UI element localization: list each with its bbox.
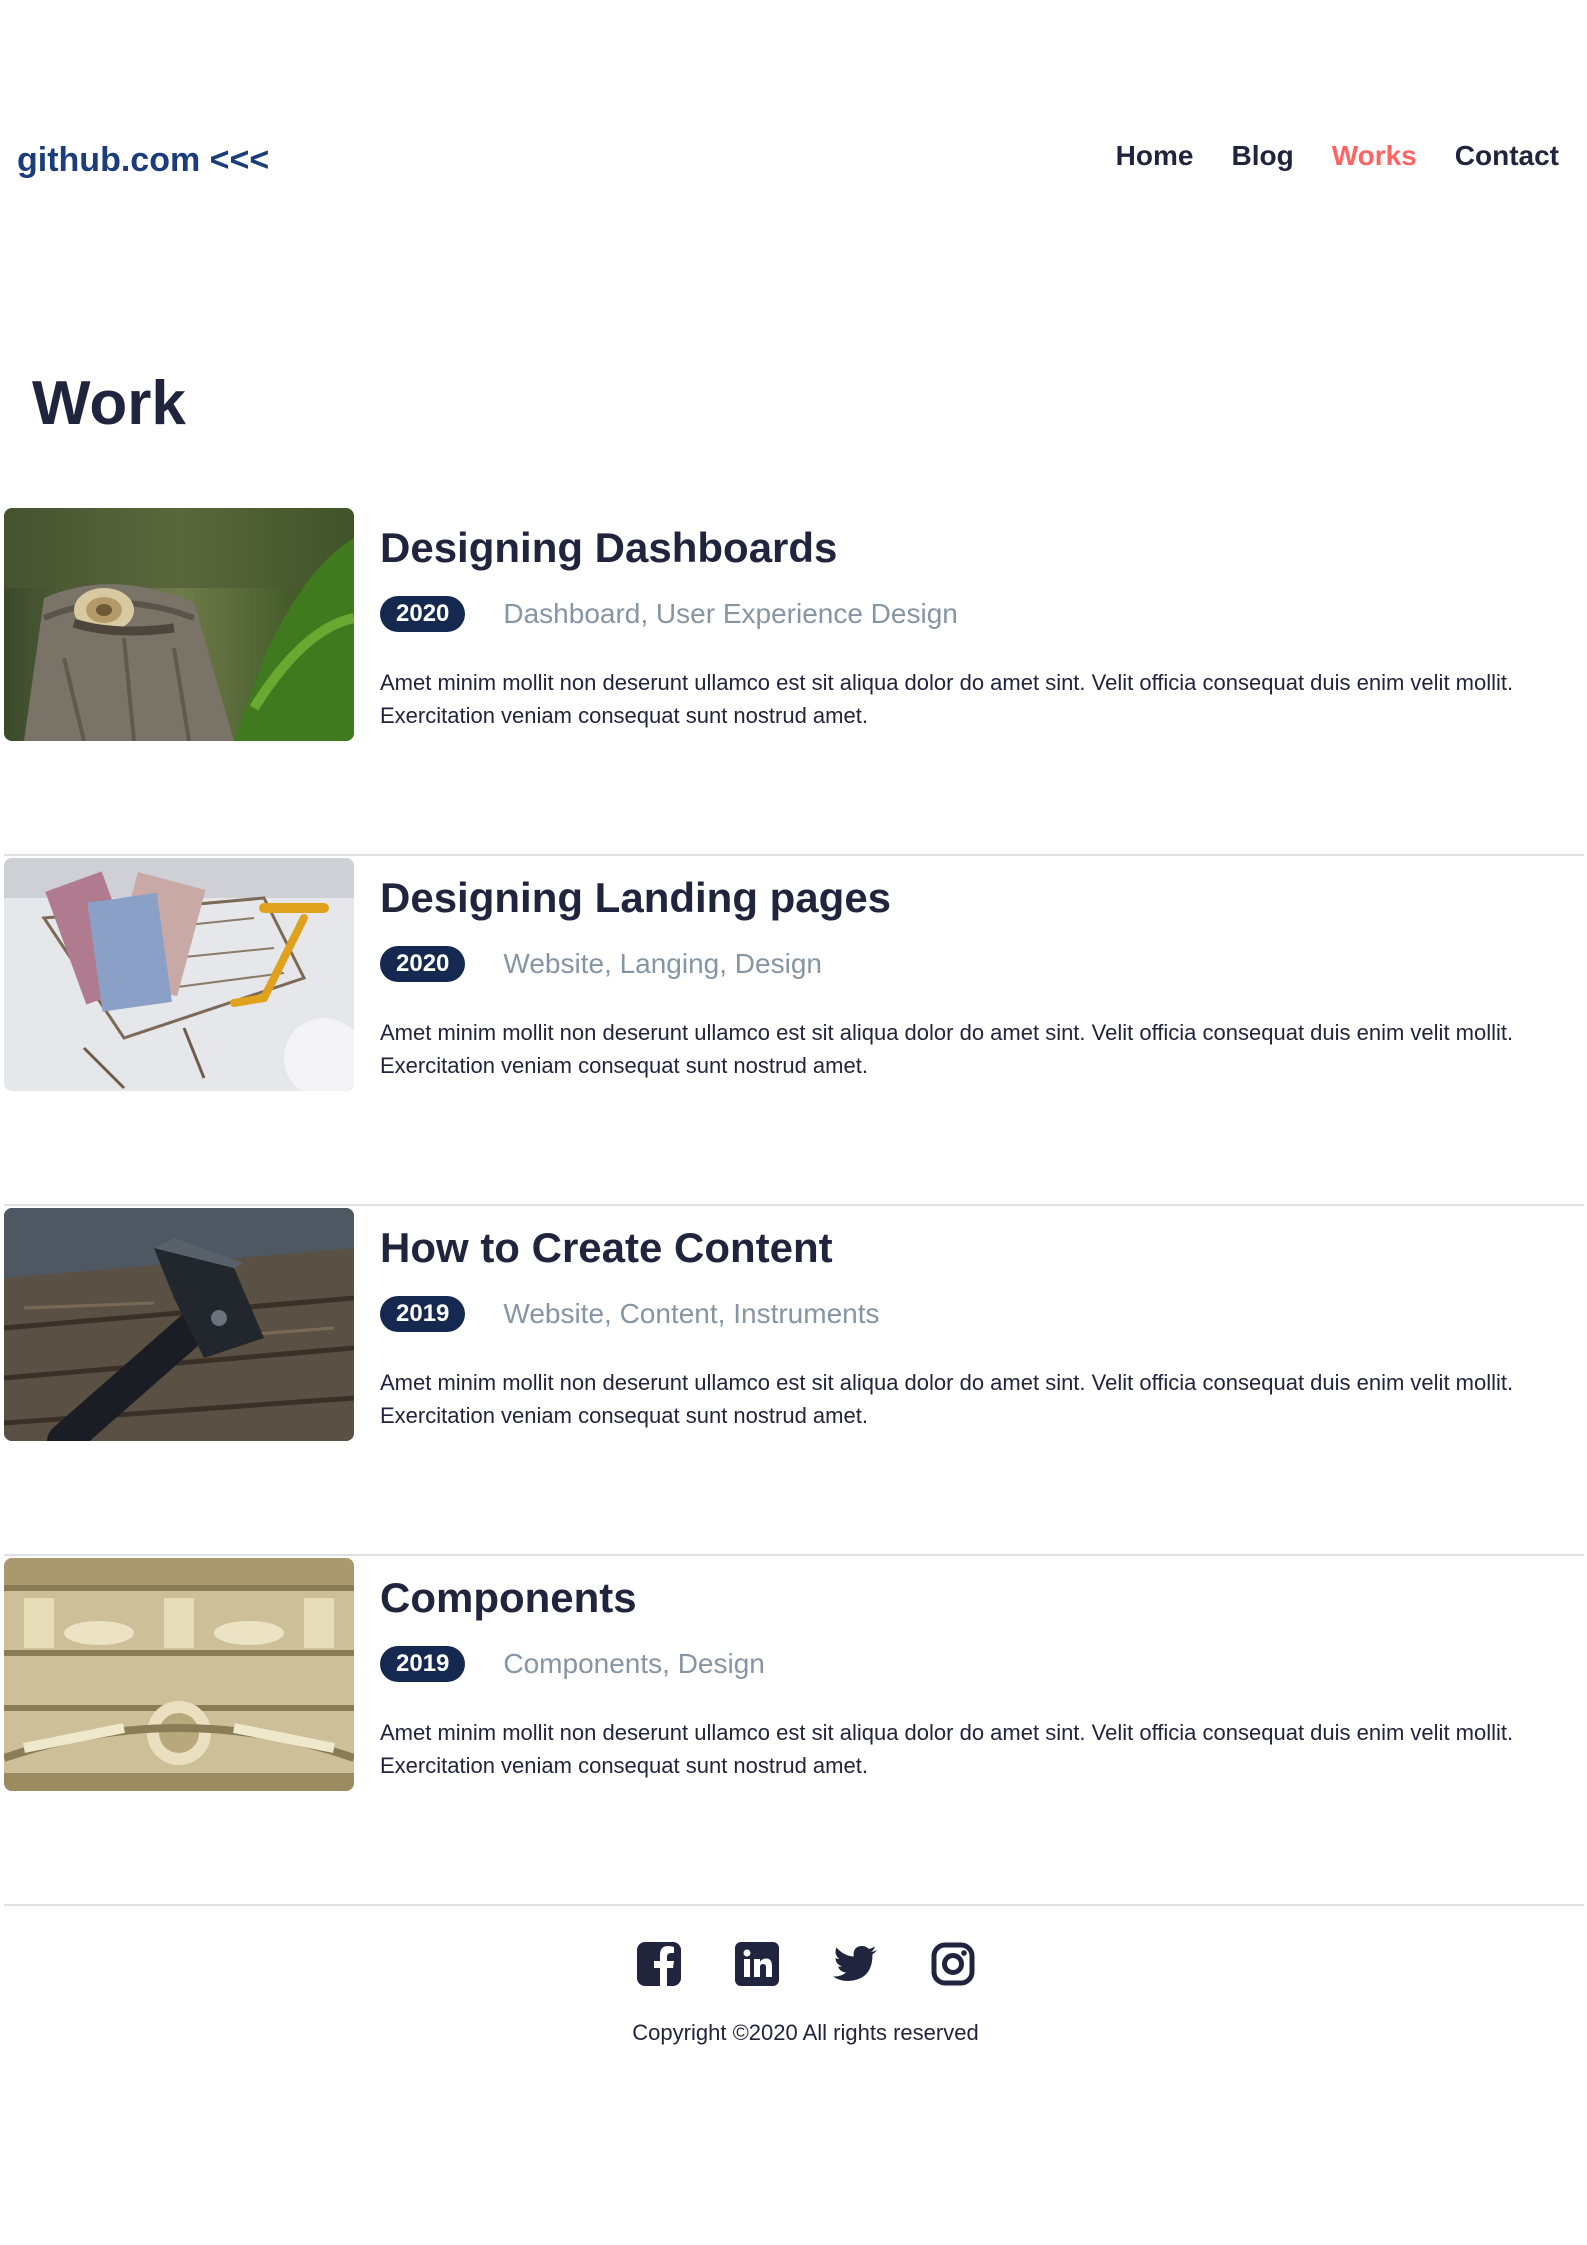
social-links (24, 1940, 1587, 1988)
year-badge: 2020 (380, 596, 466, 632)
work-tags: Website, Langing, Design (503, 948, 822, 979)
site-footer: Copyright ©2020 All rights reserved (0, 1940, 1587, 2046)
year-badge: 2019 (380, 1646, 466, 1682)
work-description: Amet minim mollit non deserunt ullamco e… (380, 1020, 1514, 1078)
facebook-icon[interactable] (635, 1940, 683, 1988)
nav-contact[interactable]: Contact (1455, 140, 1559, 172)
work-thumbnail-cart[interactable] (4, 858, 354, 1091)
hammer-image (4, 1208, 354, 1441)
shopping-cart-image (4, 858, 354, 1091)
work-description: Amet minim mollit non deserunt ullamco e… (380, 1370, 1514, 1428)
work-title[interactable]: Designing Dashboards (380, 524, 837, 572)
work-meta: 2019 Website, Content, Instruments (380, 1296, 880, 1332)
work-item[interactable]: Designing Dashboards 2020 Dashboard, Use… (4, 506, 1584, 856)
nav-home[interactable]: Home (1116, 140, 1194, 172)
work-thumbnail-relief[interactable] (4, 1558, 354, 1791)
copyright-text: Copyright ©2020 All rights reserved (632, 2020, 979, 2045)
site-header: github.com <<< Home Blog Works Contact (0, 0, 1587, 300)
year-badge: 2020 (380, 946, 466, 982)
work-meta: 2020 Website, Langing, Design (380, 946, 822, 982)
year-badge: 2019 (380, 1296, 466, 1332)
work-tags: Components, Design (503, 1648, 765, 1679)
snail-image (4, 508, 354, 741)
nav-works[interactable]: Works (1332, 140, 1417, 172)
work-meta: 2020 Dashboard, User Experience Design (380, 596, 958, 632)
work-meta: 2019 Components, Design (380, 1646, 765, 1682)
work-thumbnail-hammer[interactable] (4, 1208, 354, 1441)
work-title[interactable]: Components (380, 1574, 637, 1622)
work-item[interactable]: Components 2019 Components, Design Amet … (4, 1556, 1584, 1906)
nav-blog[interactable]: Blog (1231, 140, 1293, 172)
logo-link[interactable]: github.com <<< (17, 141, 269, 180)
work-item[interactable]: Designing Landing pages 2020 Website, La… (4, 856, 1584, 1206)
main-nav: Home Blog Works Contact (1116, 140, 1559, 172)
work-description: Amet minim mollit non deserunt ullamco e… (380, 670, 1514, 728)
work-description: Amet minim mollit non deserunt ullamco e… (380, 1720, 1514, 1778)
work-tags: Dashboard, User Experience Design (503, 598, 958, 629)
linkedin-icon[interactable] (733, 1940, 781, 1988)
twitter-icon[interactable] (831, 1940, 879, 1988)
work-tags: Website, Content, Instruments (503, 1298, 880, 1329)
page-title: Work (32, 369, 186, 438)
work-item[interactable]: How to Create Content 2019 Website, Cont… (4, 1206, 1584, 1556)
work-thumbnail-snail[interactable] (4, 508, 354, 741)
work-list: Designing Dashboards 2020 Dashboard, Use… (4, 506, 1584, 1906)
work-title[interactable]: How to Create Content (380, 1224, 833, 1272)
stone-relief-image (4, 1558, 354, 1791)
instagram-icon[interactable] (929, 1940, 977, 1988)
work-title[interactable]: Designing Landing pages (380, 874, 891, 922)
